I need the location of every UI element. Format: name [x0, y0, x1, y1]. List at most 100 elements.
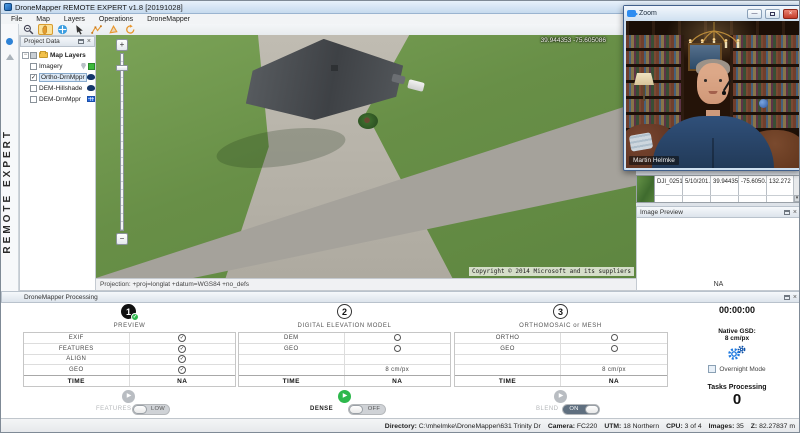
- jacket-zipper: [712, 138, 714, 168]
- cell-date[interactable]: 5/10/201...: [683, 176, 711, 202]
- step-complete-badge: ✓: [131, 313, 139, 321]
- ortho-layer-icon: [87, 74, 95, 80]
- blend-toggle[interactable]: ON: [562, 404, 600, 415]
- cell-filename[interactable]: DJI_0251...: [655, 176, 683, 202]
- status-utm: UTM: 18 Northern: [604, 423, 659, 430]
- toggle-state: ON: [563, 405, 585, 414]
- time-label: TIME: [24, 376, 130, 386]
- image-thumbnail[interactable]: [637, 176, 655, 202]
- zoom-call-window[interactable]: Zoom — ×: [623, 5, 800, 171]
- layer-item-dem-hillshade[interactable]: DEM-Hillshade: [22, 83, 95, 93]
- menu-file[interactable]: File: [5, 16, 28, 23]
- zoom-knob[interactable]: [116, 65, 128, 71]
- radio-icon[interactable]: [394, 334, 401, 341]
- radio-icon[interactable]: [394, 345, 401, 352]
- close-icon[interactable]: ×: [793, 210, 797, 215]
- toggle-state: OFF: [363, 405, 385, 414]
- dem-grid-layer-icon: [87, 96, 95, 102]
- marker-tool-icon[interactable]: [6, 38, 13, 45]
- cell-altitude[interactable]: 132.272: [767, 176, 795, 202]
- scroll-down-icon[interactable]: ▾: [794, 195, 800, 202]
- toggle-state: LOW: [147, 405, 169, 414]
- layer-item-ortho[interactable]: ✓ Ortho-DrnMppr: [22, 72, 95, 82]
- map-zoom-slider[interactable]: + −: [116, 39, 128, 51]
- rotate-tool-icon[interactable]: [123, 24, 138, 35]
- pin-layer-icon: [81, 63, 86, 70]
- time-value: NA: [345, 376, 451, 386]
- layer-item-dem-drnmppr[interactable]: DEM-DrnMppr: [22, 94, 95, 104]
- row-label: GEO: [239, 344, 345, 354]
- layer-checkbox[interactable]: ✓: [30, 74, 37, 81]
- left-dock-strip: REMOTE EXPERT: [1, 24, 19, 291]
- settings-gears-icon[interactable]: [725, 345, 749, 361]
- polygon-tool-icon[interactable]: [106, 24, 121, 35]
- zoom-title: Zoom: [639, 10, 744, 17]
- layer-checkbox[interactable]: [30, 63, 37, 70]
- cell-latitude[interactable]: 39.94435...: [711, 176, 739, 202]
- polyline-tool-icon[interactable]: [89, 24, 104, 35]
- step-2-table: DEM GEO 8 cm/px TIMENA: [238, 332, 451, 387]
- step-2-play-button[interactable]: ▶: [338, 390, 351, 403]
- check-icon: ✓: [178, 334, 186, 342]
- radio-icon[interactable]: [611, 345, 618, 352]
- menu-operations[interactable]: Operations: [93, 16, 139, 23]
- row-label: DEM: [239, 333, 345, 343]
- menu-dronemapper[interactable]: DroneMapper: [141, 16, 196, 23]
- zoom-titlebar[interactable]: Zoom — ×: [624, 6, 800, 21]
- minimize-button[interactable]: —: [747, 9, 762, 19]
- close-button[interactable]: ×: [783, 9, 798, 19]
- table-scrollbar[interactable]: ▾: [793, 176, 800, 202]
- project-data-header: Project Data ×: [20, 36, 95, 47]
- select-arrow-icon[interactable]: [72, 24, 87, 35]
- remote-expert-branding: REMOTE EXPERT: [2, 129, 13, 254]
- pan-hand-icon[interactable]: [38, 24, 53, 35]
- cursor-coordinates: 39.944353 -75.605086: [541, 37, 606, 44]
- pin-icon[interactable]: [78, 39, 84, 44]
- dense-toggle[interactable]: OFF: [348, 404, 386, 415]
- layer-checkbox[interactable]: [30, 85, 37, 92]
- processing-summary: 00:00:00 Native GSD: 8 cm/px Overnight M…: [673, 291, 800, 418]
- mouth: [709, 91, 718, 94]
- menu-map[interactable]: Map: [30, 16, 56, 23]
- tasks-processing-label: Tasks Processing: [707, 384, 766, 391]
- root-checkbox[interactable]: [30, 52, 37, 59]
- tree-root-map-layers[interactable]: − Map Layers: [22, 50, 95, 60]
- step-3-table: ORTHO GEO 8 cm/px TIMENA: [454, 332, 668, 387]
- layer-label-selected: Ortho-DrnMppr: [39, 73, 87, 82]
- blend-toggle-label: BLEND: [536, 406, 559, 412]
- cell-longitude[interactable]: -75.6050...: [739, 176, 767, 202]
- menu-layers[interactable]: Layers: [58, 16, 91, 23]
- layer-item-imagery[interactable]: Imagery: [22, 61, 95, 71]
- layer-checkbox[interactable]: [30, 96, 37, 103]
- step-3-circle: 3: [553, 304, 568, 319]
- zoom-in-button[interactable]: +: [116, 39, 128, 51]
- step-1-play-button[interactable]: ▶: [122, 390, 135, 403]
- video-feed: Martin Helmke: [626, 21, 800, 168]
- preview-value: NA: [637, 281, 800, 288]
- map-view[interactable]: + − 39.944353 -75.605086 Copyright © 201…: [96, 35, 636, 278]
- step-1-table: EXIF✓ FEATURES✓ ALIGN✓ GEO✓ TIMENA: [23, 332, 236, 387]
- collapse-icon[interactable]: −: [22, 52, 29, 59]
- imagery-swatch-icon: [88, 63, 95, 70]
- images-table[interactable]: DJI_0251... 5/10/201... 39.94435... -75.…: [636, 175, 800, 203]
- zoom-out-button[interactable]: −: [116, 233, 128, 245]
- zoom-out-icon[interactable]: [21, 24, 36, 35]
- root-label: Map Layers: [50, 52, 86, 59]
- pin-icon[interactable]: [784, 210, 790, 215]
- overnight-mode-row[interactable]: Overnight Mode: [708, 365, 765, 373]
- tree-canopy: [96, 35, 636, 278]
- check-icon: ✓: [178, 355, 186, 363]
- image-preview-title: Image Preview: [640, 209, 683, 216]
- app-window: DroneMapper REMOTE EXPERT v1.8 [20191028…: [0, 0, 800, 433]
- close-icon[interactable]: ×: [87, 39, 91, 44]
- eye: [704, 79, 707, 82]
- step-3-play-button[interactable]: ▶: [554, 390, 567, 403]
- zoom-track[interactable]: [120, 53, 124, 231]
- cursor-tool-icon[interactable]: [6, 54, 14, 60]
- overnight-checkbox[interactable]: [708, 365, 716, 373]
- maximize-button[interactable]: [765, 9, 780, 19]
- features-toggle[interactable]: LOW: [132, 404, 170, 415]
- radio-icon[interactable]: [611, 334, 618, 341]
- move-tool-icon[interactable]: [55, 24, 70, 35]
- app-icon: [4, 3, 12, 11]
